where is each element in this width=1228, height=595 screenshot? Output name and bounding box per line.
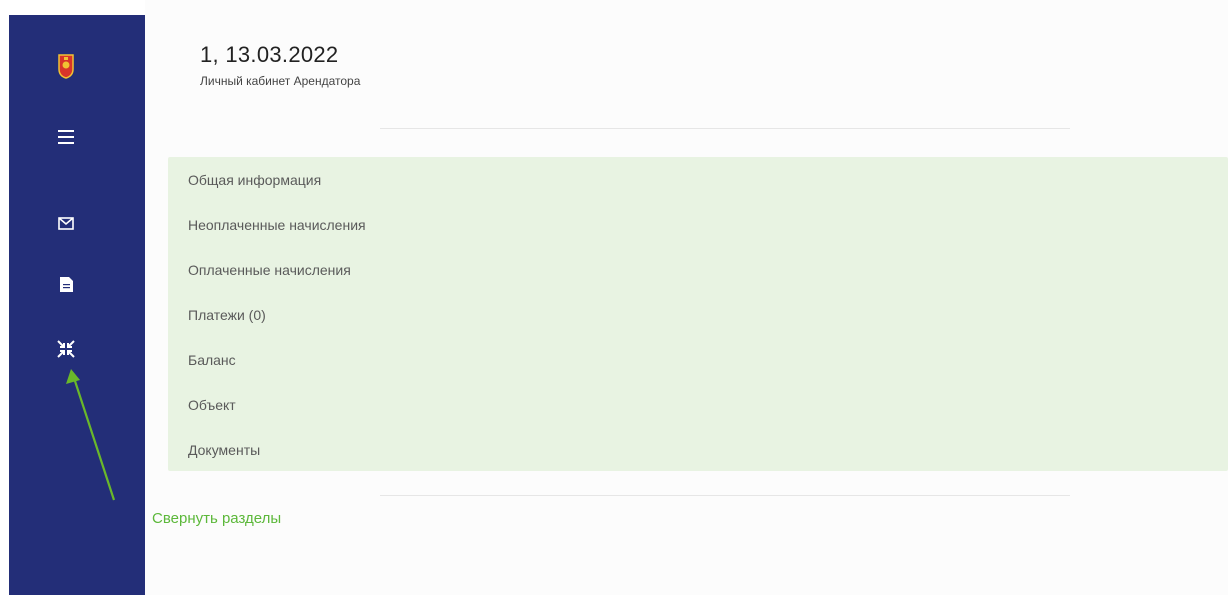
page-subtitle: Личный кабинет Арендатора bbox=[200, 74, 361, 88]
collapse-icon[interactable] bbox=[51, 334, 81, 364]
section-payments[interactable]: Платежи (0) bbox=[188, 307, 266, 323]
section-unpaid-charges[interactable]: Неоплаченные начисления bbox=[188, 217, 366, 233]
divider bbox=[380, 128, 1070, 129]
sections-panel: Общая информация Неоплаченные начисления… bbox=[168, 157, 1228, 471]
sidebar bbox=[9, 15, 145, 595]
section-balance[interactable]: Баланс bbox=[188, 352, 236, 368]
page-title: 1, 13.03.2022 bbox=[200, 42, 339, 67]
section-documents[interactable]: Документы bbox=[188, 442, 260, 458]
section-paid-charges[interactable]: Оплаченные начисления bbox=[188, 262, 351, 278]
coat-of-arms-icon[interactable] bbox=[51, 51, 81, 81]
document-icon[interactable] bbox=[51, 269, 81, 299]
menu-icon[interactable] bbox=[51, 122, 81, 152]
divider bbox=[380, 495, 1070, 496]
section-general-info[interactable]: Общая информация bbox=[188, 172, 321, 188]
collapse-sections-link[interactable]: Свернуть разделы bbox=[152, 510, 281, 527]
section-object[interactable]: Объект bbox=[188, 397, 236, 413]
main-content: 1, 13.03.2022 Личный кабинет Арендатора … bbox=[145, 0, 1228, 595]
mail-icon[interactable] bbox=[51, 208, 81, 238]
